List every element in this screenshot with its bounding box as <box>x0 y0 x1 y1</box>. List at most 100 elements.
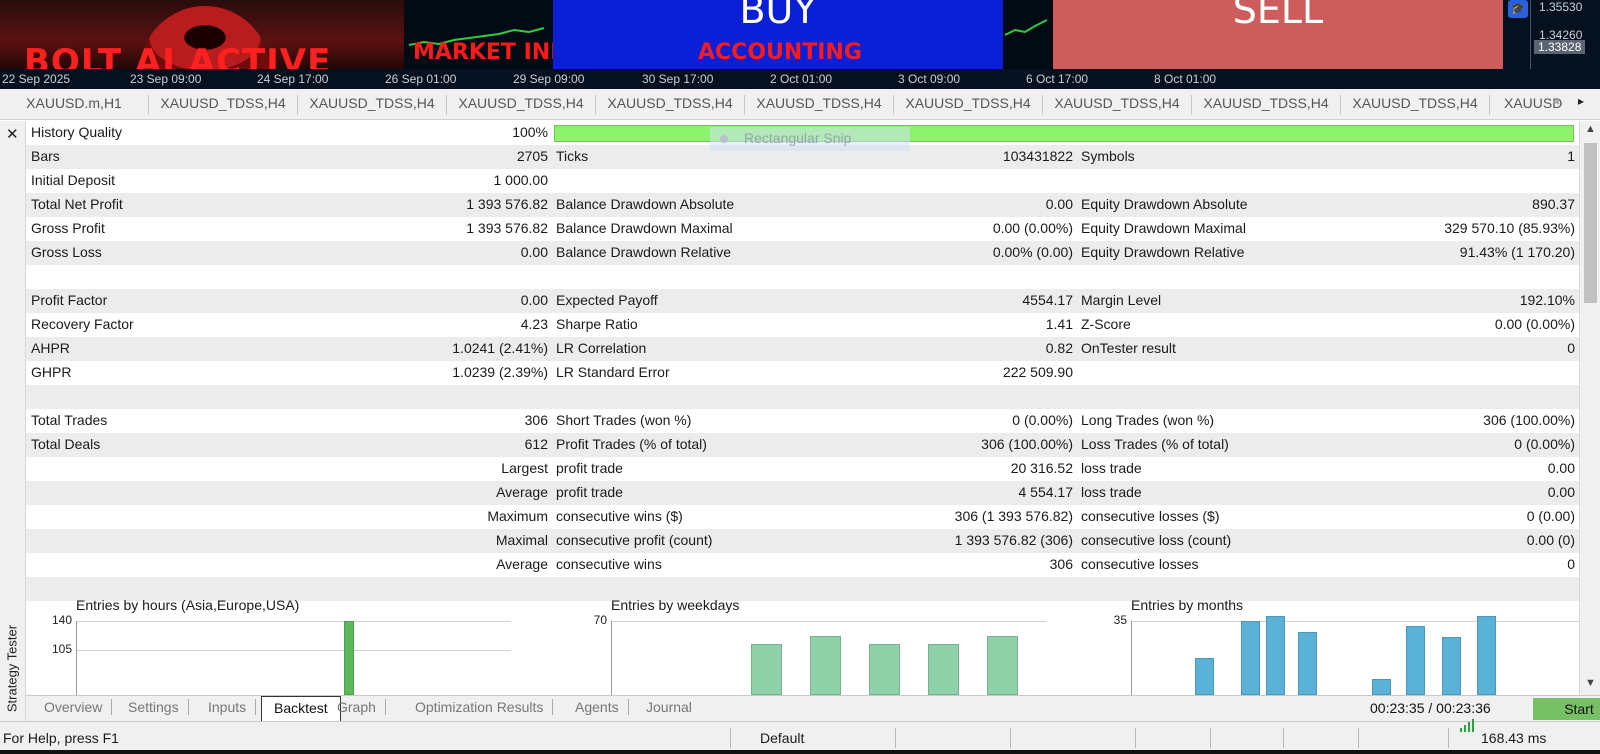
stat-label: LR Standard Error <box>556 364 670 380</box>
symbol-tab[interactable]: XAUUSD_TDSS,H4 <box>298 95 447 115</box>
stats-row: Profit Factor 0.00 Expected Payoff 4554.17 M… <box>26 289 1579 313</box>
tab-graph[interactable]: Graph <box>337 699 386 715</box>
close-icon[interactable]: ✕ <box>6 125 19 143</box>
stat-value: 306 (100.00%) <box>1483 412 1575 428</box>
symbol-tab[interactable]: XAUUSD_TDSS,H4 <box>1192 95 1341 115</box>
tester-side-rail: ✕ Strategy Tester <box>0 121 26 721</box>
time-axis-label: 3 Oct 09:00 <box>898 72 961 86</box>
sell-button[interactable]: SELL <box>1053 0 1503 69</box>
scroll-down-icon[interactable]: ▼ <box>1585 677 1596 689</box>
stats-row: Total Trades 306 Short Trades (won %) 0 (0.… <box>26 409 1579 433</box>
scroll-up-icon[interactable]: ▲ <box>1585 123 1596 135</box>
stat-value: 2705 <box>516 148 548 164</box>
stat-label: consecutive loss (count) <box>1081 532 1232 548</box>
time-axis-label: 29 Sep 09:00 <box>513 72 585 86</box>
stat-value: 1 393 576.82 <box>466 196 548 212</box>
stat-label: consecutive wins ($) <box>556 508 683 524</box>
graduation-cap-icon[interactable]: 🎓 <box>1508 0 1528 18</box>
tab-journal[interactable]: Journal <box>646 699 701 715</box>
stat-label: Balance Drawdown Relative <box>556 244 732 260</box>
entries-chart: Entries by months 35 <box>1076 597 1579 695</box>
time-axis-label: 22 Sep 2025 <box>2 72 71 86</box>
stat-label: loss trade <box>1081 460 1142 476</box>
y-tick-label: 35 <box>1113 613 1127 627</box>
stat-label: GHPR <box>31 364 72 380</box>
test-timer: 00:23:35 / 00:23:36 <box>1370 700 1491 716</box>
stat-label: Z-Score <box>1081 316 1131 332</box>
time-axis-label: 2 Oct 01:00 <box>770 72 833 86</box>
symbol-tab[interactable]: XAUUSD_TDSS,H4 <box>894 95 1043 115</box>
tab-overview[interactable]: Overview <box>44 699 113 715</box>
stat-prefix: Average <box>496 556 548 572</box>
start-button[interactable]: Start <box>1533 698 1600 720</box>
trade-stats-row: Maximal consecutive profit (count) 1 393 5… <box>26 529 1579 553</box>
stat-value: 0.00% (0.00) <box>992 244 1073 260</box>
tester-tabs: 00:23:35 / 00:23:36 Start Overview Settin… <box>26 695 1600 722</box>
stat-label: loss trade <box>1081 484 1142 500</box>
chart-title: Entries by weekdays <box>611 597 740 613</box>
scroll-left-icon[interactable]: ◂ <box>1553 94 1559 108</box>
stat-prefix: Average <box>496 484 548 500</box>
stat-label: Total Trades <box>31 412 108 428</box>
chart-bar <box>810 635 841 695</box>
stat-value: 306 <box>1049 556 1073 572</box>
symbol-tab[interactable]: XAUUSD_TDSS,H4 <box>596 95 745 115</box>
symbol-tab[interactable]: XAUUSD_TDSS,H4 <box>149 95 298 115</box>
symbol-tab[interactable]: XAUUSD_TDSS,H4 <box>1341 95 1490 115</box>
stat-label: Sharpe Ratio <box>556 316 638 332</box>
accounting-label[interactable]: ACCOUNTING <box>698 40 862 65</box>
stat-label: Long Trades (won %) <box>1081 412 1215 428</box>
price-scale[interactable]: 1.35530 1.34260 1.33828 <box>1530 0 1600 69</box>
stat-value: 192.10% <box>1519 292 1575 308</box>
stats-row <box>26 385 1579 409</box>
time-axis-label: 24 Sep 17:00 <box>257 72 329 86</box>
profile-name[interactable]: Default <box>760 730 804 746</box>
history-quality-label: History Quality <box>31 124 123 140</box>
stat-label: LR Correlation <box>556 340 647 356</box>
stat-label: Equity Drawdown Absolute <box>1081 196 1248 212</box>
stat-value: 0.82 <box>1045 340 1073 356</box>
chart-gridline <box>1131 621 1579 622</box>
stat-value: 0.00 (0) <box>1526 532 1575 548</box>
tab-settings[interactable]: Settings <box>128 699 189 715</box>
stat-value: 1 <box>1567 148 1575 164</box>
stat-prefix: Maximum <box>487 508 548 524</box>
stat-label: consecutive wins <box>556 556 662 572</box>
price-label: 1.35530 <box>1539 0 1583 14</box>
symbol-tab[interactable]: XAUUSD <box>1490 95 1580 115</box>
vertical-scrollbar[interactable]: ▲ ▼ <box>1579 121 1600 695</box>
stat-prefix: Maximal <box>495 532 548 548</box>
stat-label: Gross Loss <box>31 244 102 260</box>
chart-bar <box>1477 615 1496 695</box>
stat-label: Total Net Profit <box>31 196 123 212</box>
y-tick-label: 70 <box>593 613 607 627</box>
tab-agents[interactable]: Agents <box>575 699 629 715</box>
time-axis-label: 26 Sep 01:00 <box>385 72 457 86</box>
stat-label: consecutive losses ($) <box>1081 508 1220 524</box>
chart-gridline <box>611 621 1046 622</box>
stat-label: Balance Drawdown Maximal <box>556 220 733 236</box>
stat-value: 1 393 576.82 (306) <box>954 532 1073 548</box>
scroll-right-icon[interactable]: ▸ <box>1578 94 1584 108</box>
stat-value: 0.00 <box>1547 460 1575 476</box>
chart-title: Entries by months <box>1131 597 1244 613</box>
stat-value: 1.0239 (2.39%) <box>452 364 548 380</box>
chart-area[interactable]: BOLT AI ACTIVE MARKET INFO BUY ACCOUNTIN… <box>0 0 1600 69</box>
symbol-tab[interactable]: XAUUSD_TDSS,H4 <box>447 95 596 115</box>
stat-value: 20 316.52 <box>1010 460 1073 476</box>
scrollbar-thumb[interactable] <box>1584 143 1597 303</box>
stat-value: 306 <box>524 412 548 428</box>
symbol-tab[interactable]: XAUUSD_TDSS,H4 <box>745 95 894 115</box>
entries-chart: Entries by weekdays 70 <box>551 597 1046 695</box>
stats-row: Total Deals 612 Profit Trades (% of total)… <box>26 433 1579 457</box>
tab-optimization-results[interactable]: Optimization Results <box>415 699 554 715</box>
stat-value: 1 000.00 <box>493 172 549 188</box>
y-axis-line <box>611 621 612 695</box>
symbol-tab[interactable]: XAUUSD_TDSS,H4 <box>1043 95 1192 115</box>
tab-inputs[interactable]: Inputs <box>208 699 257 715</box>
symbol-tab[interactable]: XAUUSD.m,H1 <box>0 95 149 115</box>
taskbar-edge <box>0 750 1600 754</box>
stat-value: 1.41 <box>1045 316 1073 332</box>
tab-backtest[interactable]: Backtest <box>261 696 341 722</box>
stat-value: 0.00 <box>520 244 548 260</box>
